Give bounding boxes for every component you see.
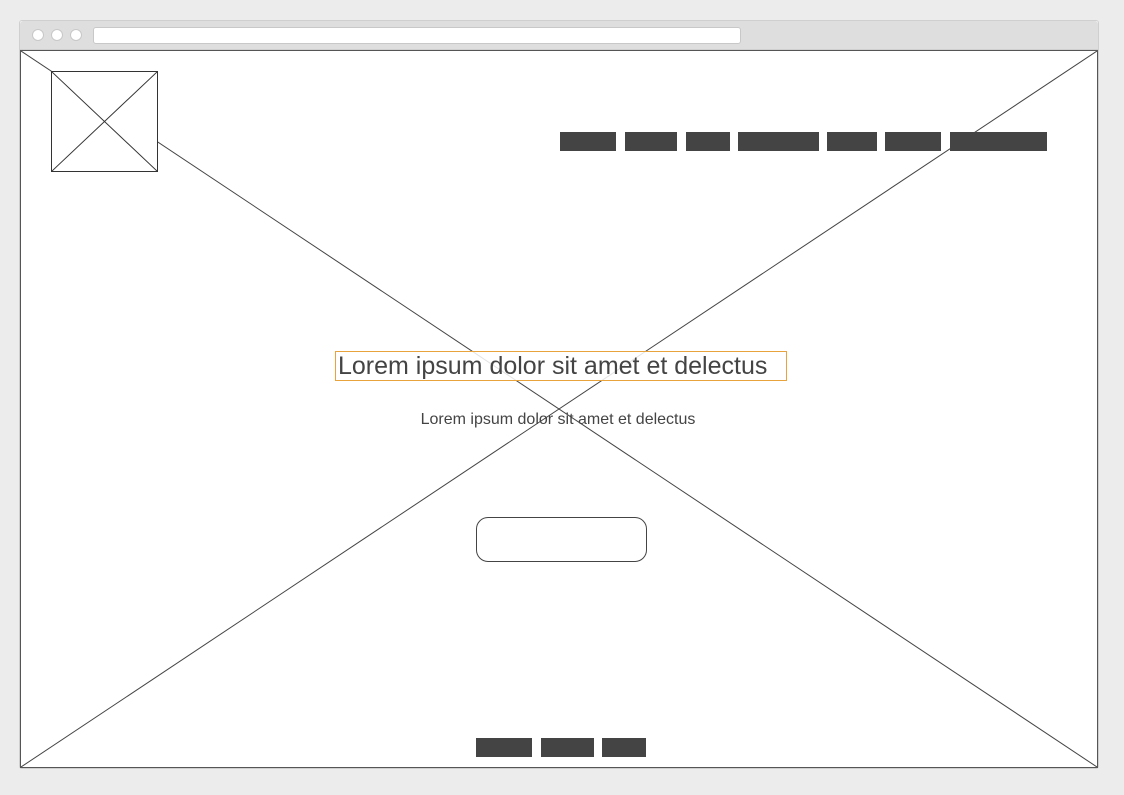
nav-item-5[interactable]: [827, 132, 877, 151]
hero-subtitle: Lorem ipsum dolor sit amet et delectus: [420, 411, 696, 428]
window-maximize-dot[interactable]: [70, 29, 82, 41]
browser-window: Lorem ipsum dolor sit amet et delectus L…: [19, 20, 1099, 769]
page-viewport: Lorem ipsum dolor sit amet et delectus L…: [20, 50, 1098, 768]
nav-item-6[interactable]: [885, 132, 941, 151]
footer-link-1[interactable]: [476, 738, 532, 757]
background-image-placeholder: [21, 51, 1097, 767]
nav-item-2[interactable]: [625, 132, 677, 151]
window-close-dot[interactable]: [32, 29, 44, 41]
nav-item-4[interactable]: [738, 132, 819, 151]
nav-item-3[interactable]: [686, 132, 730, 151]
nav-item-1[interactable]: [560, 132, 616, 151]
browser-toolbar: [20, 21, 1098, 50]
footer-link-2[interactable]: [541, 738, 594, 757]
address-bar[interactable]: [93, 27, 741, 44]
hero-title: Lorem ipsum dolor sit amet et delectus: [335, 351, 787, 381]
footer-link-3[interactable]: [602, 738, 646, 757]
nav-item-7[interactable]: [950, 132, 1047, 151]
cta-button[interactable]: [476, 517, 647, 562]
logo-image-placeholder[interactable]: [51, 71, 158, 172]
window-minimize-dot[interactable]: [51, 29, 63, 41]
